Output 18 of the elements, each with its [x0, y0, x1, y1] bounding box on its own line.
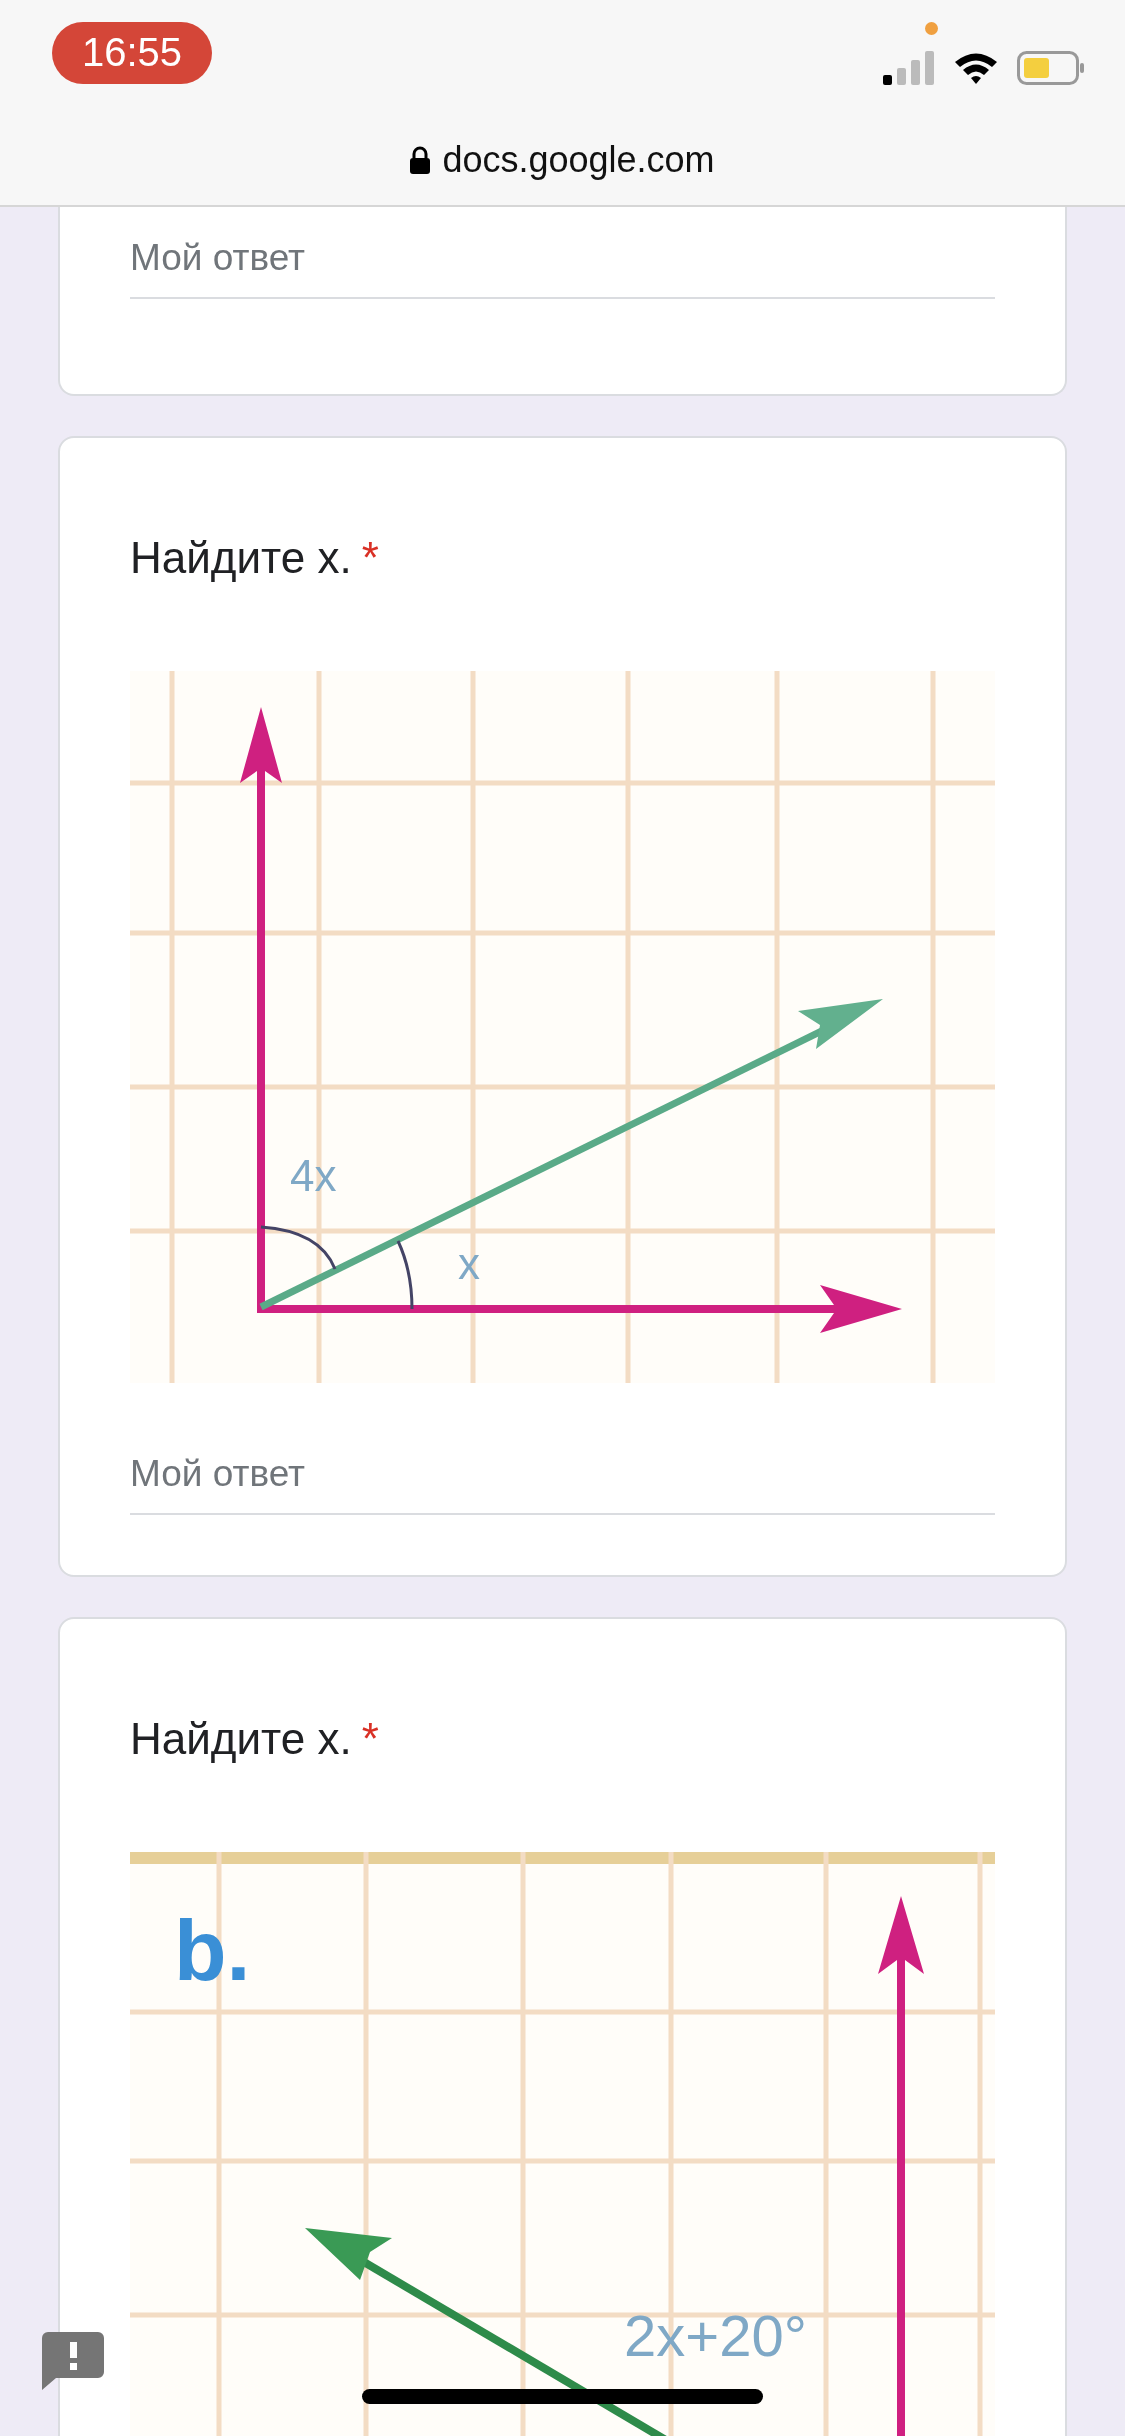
- feedback-icon[interactable]: [42, 2332, 104, 2390]
- angle-label: x: [458, 1239, 480, 1288]
- address-url[interactable]: docs.google.com: [442, 139, 715, 181]
- lock-icon: [410, 146, 431, 174]
- figure-label: b.: [174, 1902, 251, 1998]
- question-title: Найдите x.: [130, 533, 352, 583]
- status-time: 16:55: [52, 21, 212, 84]
- required-mark: *: [361, 533, 379, 583]
- angle-label: 4x: [290, 1151, 337, 1200]
- required-mark: *: [361, 1714, 379, 1764]
- battery-icon: [1017, 50, 1085, 85]
- angle-label: 2x+20°: [624, 2303, 807, 2368]
- question-title: Найдите x.: [130, 1714, 352, 1764]
- angle-arc: [396, 1240, 414, 1310]
- privacy-dot: [925, 22, 938, 35]
- signal-icon: [883, 50, 935, 85]
- answer-field[interactable]: Мой ответ: [130, 237, 995, 299]
- answer-field[interactable]: Мой ответ: [130, 1453, 995, 1515]
